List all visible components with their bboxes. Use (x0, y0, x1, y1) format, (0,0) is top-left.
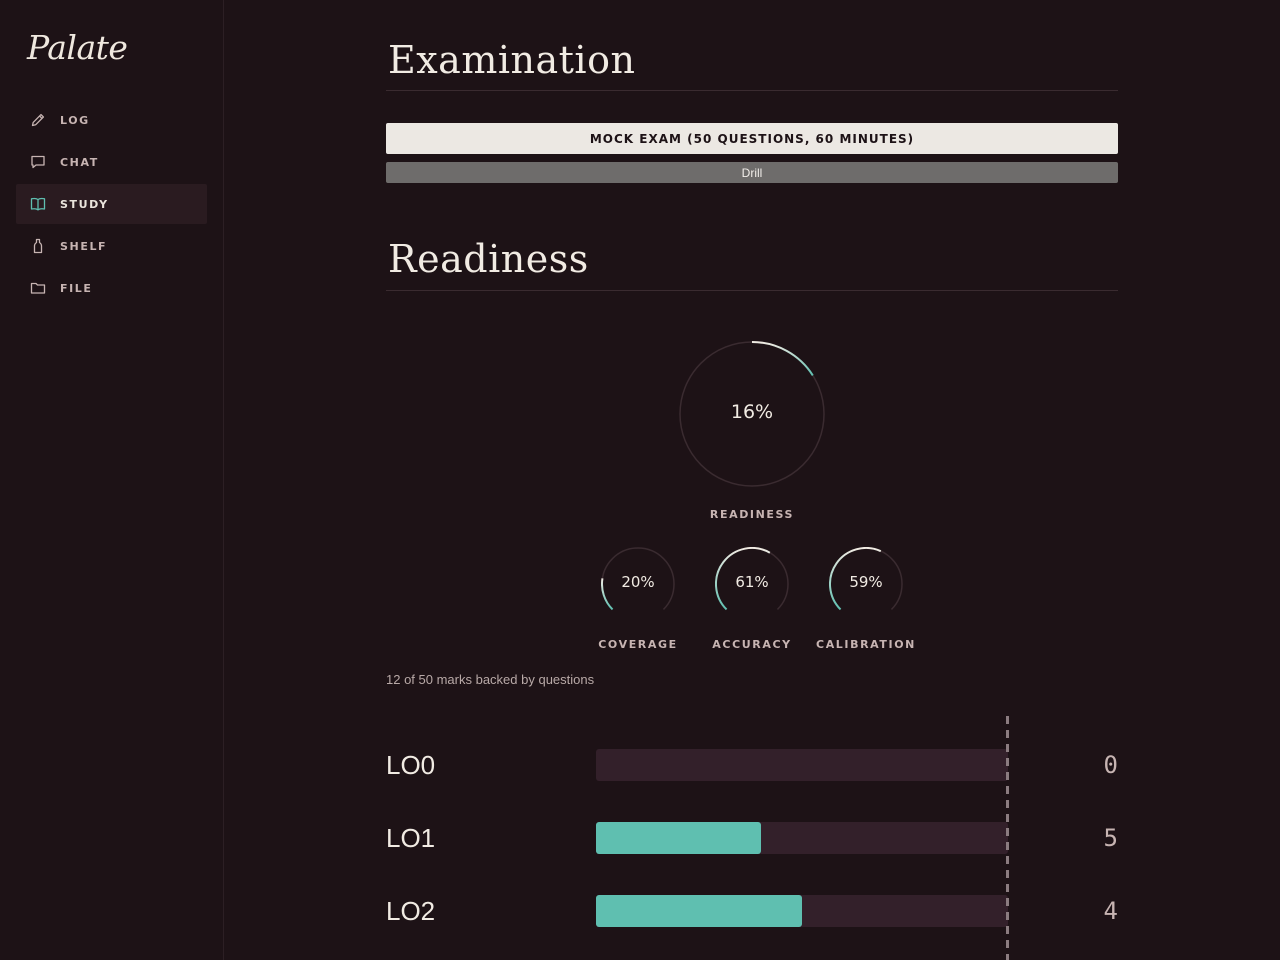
folder-icon (30, 280, 46, 296)
calibration-label: CALIBRATION (816, 638, 916, 651)
lo-track (596, 895, 1008, 927)
coverage-gauge: 20% (601, 547, 675, 621)
readiness-gauge: 16% (679, 341, 825, 487)
examination-title: Examination (388, 38, 636, 82)
drill-button[interactable]: Drill (386, 162, 1118, 183)
marks-note: 12 of 50 marks backed by questions (386, 672, 595, 687)
readiness-divider (386, 290, 1118, 291)
sidebar-nav: LOG CHAT STUDY SHELF FILE (16, 100, 207, 310)
readiness-title: Readiness (388, 237, 589, 281)
sidebar-item-label: STUDY (60, 197, 109, 211)
bottle-icon (30, 238, 46, 254)
sidebar-item-study[interactable]: STUDY (16, 184, 207, 224)
sidebar-item-chat[interactable]: CHAT (16, 142, 207, 182)
mock-exam-button[interactable]: MOCK EXAM (50 QUESTIONS, 60 MINUTES) (386, 123, 1118, 154)
sidebar: Palate LOG CHAT STUDY SHELF FILE (0, 0, 224, 960)
lo-track (596, 822, 1008, 854)
accuracy-gauge: 61% (715, 547, 789, 621)
sidebar-item-file[interactable]: FILE (16, 268, 207, 308)
lo-count: 5 (1103, 824, 1118, 852)
sidebar-item-shelf[interactable]: SHELF (16, 226, 207, 266)
lo-fill (596, 895, 802, 927)
accuracy-value: 61% (735, 573, 769, 591)
open-book-icon (30, 196, 46, 212)
lo-count: 0 (1103, 751, 1118, 779)
lo-name: LO0 (386, 750, 436, 780)
lo-fill (596, 822, 761, 854)
readiness-label: READINESS (709, 508, 795, 521)
lo-count: 4 (1103, 897, 1118, 925)
coverage-value: 20% (621, 573, 655, 591)
examination-divider (386, 90, 1118, 91)
calibration-gauge: 59% (828, 547, 903, 621)
chat-bubble-icon (30, 154, 46, 170)
sidebar-item-label: CHAT (60, 155, 99, 169)
calibration-value: 59% (849, 573, 883, 591)
sidebar-item-log[interactable]: LOG (16, 100, 207, 140)
pencil-icon (30, 112, 46, 128)
app-logo: Palate (27, 28, 128, 67)
sidebar-item-label: LOG (60, 113, 90, 127)
readiness-gauge-arc (751, 341, 814, 376)
sidebar-item-label: FILE (60, 281, 93, 295)
readiness-value: 16% (730, 401, 774, 423)
lo-track (596, 749, 1008, 781)
lo-name: LO1 (386, 823, 436, 853)
lo-name: LO2 (386, 896, 436, 926)
sidebar-item-label: SHELF (60, 239, 108, 253)
target-threshold-line (1006, 716, 1009, 960)
